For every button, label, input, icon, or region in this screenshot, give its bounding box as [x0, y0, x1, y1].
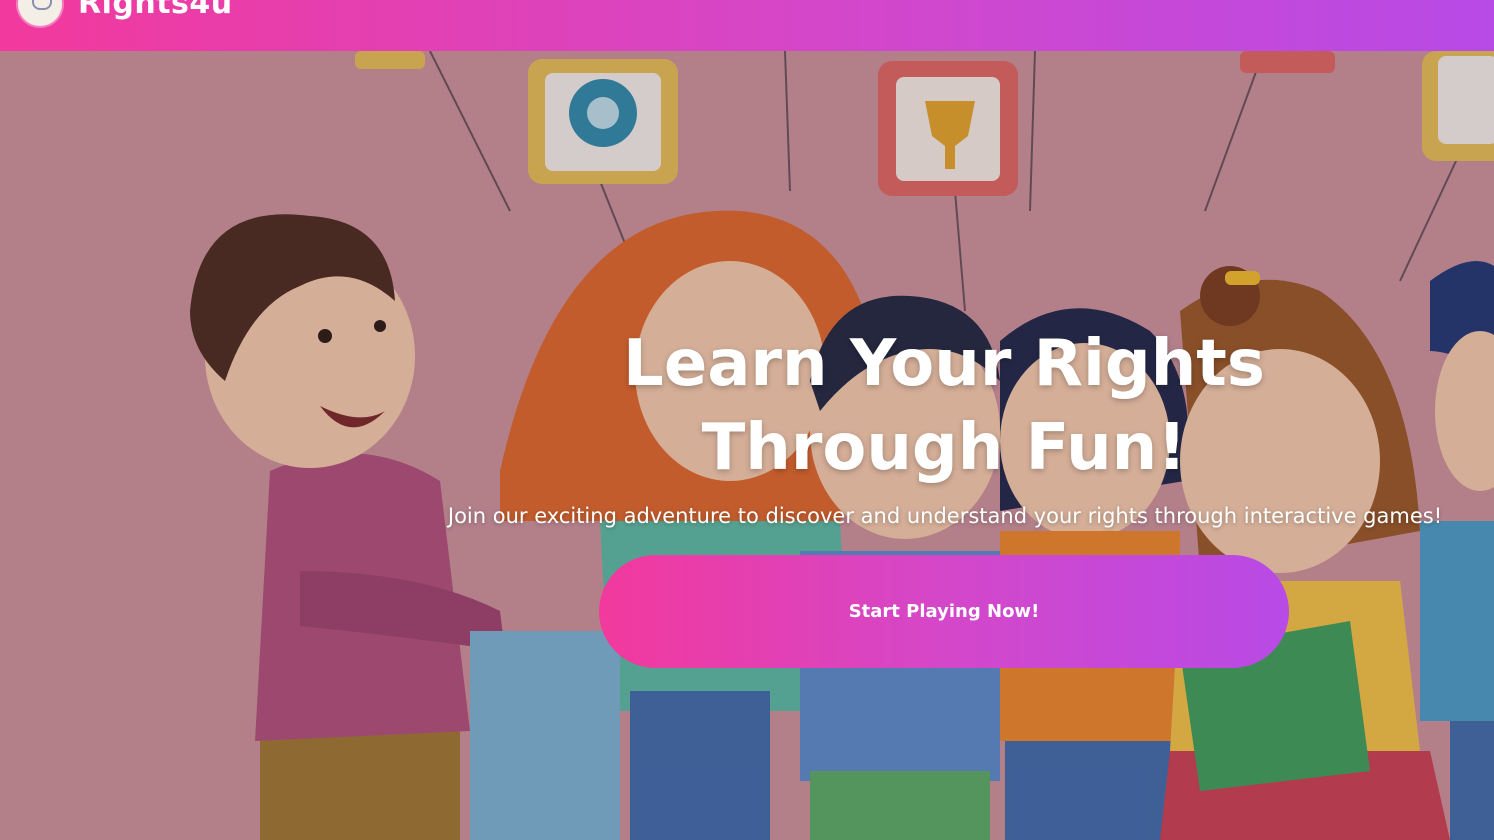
- hero-subtitle: Join our exciting adventure to discover …: [447, 504, 1443, 528]
- start-playing-button[interactable]: Start Playing Now!: [599, 555, 1289, 668]
- hero-title: Learn Your Rights Through Fun!: [623, 327, 1265, 485]
- crest-icon: [32, 0, 52, 10]
- brand-name[interactable]: Rights4u: [78, 0, 233, 21]
- top-header: Rights4u: [0, 0, 1494, 51]
- logo[interactable]: [18, 0, 62, 26]
- page: Rights4u Learn Your Rights Through Fun! …: [0, 0, 1494, 840]
